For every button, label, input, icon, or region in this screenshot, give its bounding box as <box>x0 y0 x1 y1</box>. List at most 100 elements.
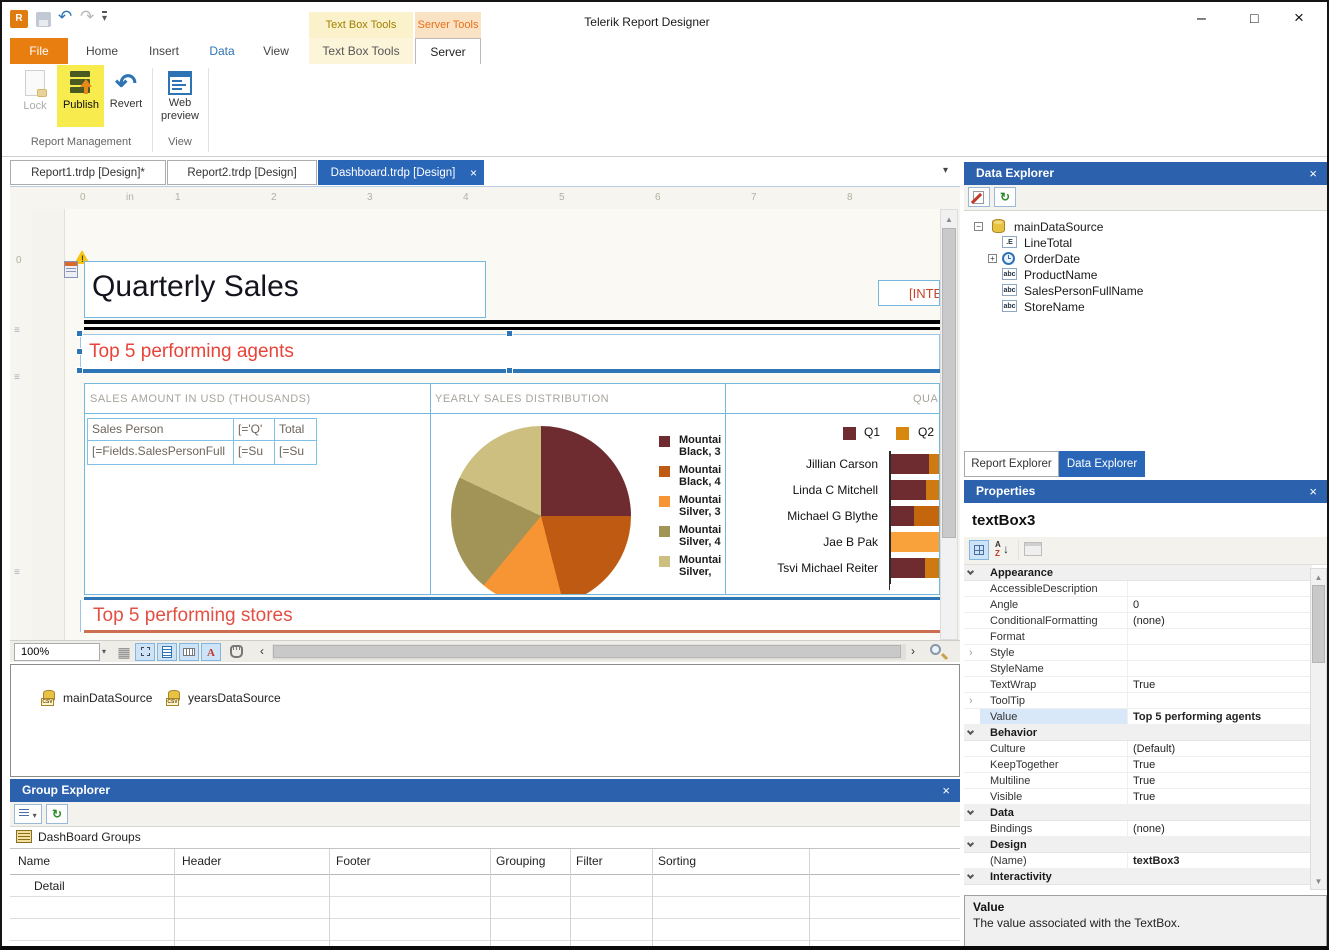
scroll-down-icon[interactable]: ▼ <box>1311 877 1326 886</box>
bar-pair[interactable] <box>891 454 940 474</box>
tab-file[interactable]: File <box>10 38 68 64</box>
property-row[interactable]: StyleName <box>964 661 1312 677</box>
undo-icon[interactable]: ↶ <box>58 7 72 27</box>
double-rule-top[interactable] <box>84 320 940 324</box>
property-row[interactable]: Bindings(none) <box>964 821 1312 837</box>
properties-close-icon[interactable]: × <box>1309 480 1317 503</box>
property-row[interactable]: TextWrapTrue <box>964 677 1312 693</box>
tab-textbox-tools[interactable]: Text Box Tools <box>309 38 413 64</box>
bar-pair[interactable] <box>891 506 940 526</box>
property-row[interactable]: Format <box>964 629 1312 645</box>
grid-toggle-icon[interactable]: ▦ <box>114 643 134 661</box>
report-title-textbox[interactable]: Quarterly Sales <box>84 261 486 318</box>
app-icon[interactable]: R <box>10 10 28 28</box>
group-col-grouping[interactable]: Grouping <box>496 849 545 874</box>
scroll-up-icon[interactable]: ▲ <box>1311 569 1326 582</box>
refresh-icon[interactable]: ↻ <box>994 187 1016 207</box>
stores-title-textbox[interactable]: Top 5 performing stores <box>80 600 940 632</box>
bar-pair[interactable] <box>891 558 940 578</box>
property-category[interactable]: Data <box>964 805 1312 821</box>
property-row[interactable]: AccessibleDescription <box>964 581 1312 597</box>
zoom-combobox[interactable]: 100% <box>14 643 100 661</box>
tree-node-field[interactable]: abc SalesPersonFullName <box>964 283 1327 299</box>
property-row[interactable]: VisibleTrue <box>964 789 1312 805</box>
data-explorer-close-icon[interactable]: × <box>1309 162 1317 185</box>
design-vscroll-thumb[interactable] <box>942 228 956 538</box>
web-preview-button[interactable]: Web preview <box>156 68 204 123</box>
header-field-textbox[interactable]: [INTE <box>878 280 940 306</box>
property-row[interactable]: KeepTogetherTrue <box>964 757 1312 773</box>
tab-report-explorer[interactable]: Report Explorer <box>964 451 1059 477</box>
property-category[interactable]: Appearance <box>964 565 1312 581</box>
agents-table[interactable]: Sales Person [='Q' Total [=Fields.SalesP… <box>87 418 317 465</box>
group-explorer-close-icon[interactable]: × <box>942 779 950 802</box>
selection-handle[interactable] <box>76 330 83 337</box>
group-col-sorting[interactable]: Sorting <box>658 849 696 874</box>
tree-node-field[interactable]: abc ProductName <box>964 267 1327 283</box>
revert-button[interactable]: ↶ Revert <box>104 68 148 110</box>
design-hscroll-thumb[interactable] <box>273 645 901 658</box>
page-view-icon[interactable] <box>157 643 177 661</box>
properties-scroll-thumb[interactable] <box>1312 585 1325 663</box>
property-row[interactable]: Angle0 <box>964 597 1312 613</box>
doc-tab-dashboard[interactable]: Dashboard.trdp [Design] × <box>318 160 484 185</box>
expand-icon[interactable]: + <box>988 254 997 263</box>
tree-node-field[interactable]: .E LineTotal <box>964 235 1327 251</box>
zoom-caret-icon[interactable]: ▾ <box>102 647 106 656</box>
zoom-magnifier-icon[interactable] <box>930 644 941 655</box>
tab-home[interactable]: Home <box>78 38 126 64</box>
group-explorer-header[interactable]: Group Explorer × <box>10 779 960 802</box>
doc-tab-close-icon[interactable]: × <box>470 161 477 186</box>
doc-tab-report1[interactable]: Report1.trdp [Design]* <box>10 160 166 185</box>
bar-pair[interactable] <box>891 532 940 552</box>
report-item-icon[interactable] <box>64 261 78 278</box>
table-data-cell[interactable]: [=Su <box>275 441 316 464</box>
redo-icon[interactable]: ↷ <box>80 7 94 27</box>
selection-handle[interactable] <box>506 330 513 337</box>
font-marker-icon[interactable]: A <box>201 643 221 661</box>
group-col-header[interactable]: Header <box>182 849 221 874</box>
ruler-toggle-icon[interactable] <box>179 643 199 661</box>
contextual-header-server-tools[interactable]: Server Tools <box>415 12 481 38</box>
property-category[interactable]: Design <box>964 837 1312 853</box>
property-row-value[interactable]: ValueTop 5 performing agents <box>964 709 1312 725</box>
table-data-cell[interactable]: [=Fields.SalesPersonFull <box>88 441 234 464</box>
design-surface[interactable]: 0 in 1 2 3 4 5 6 7 8 0 ≡ ≡ ≡ ! <box>10 186 960 662</box>
group-root-row[interactable]: DashBoard Groups <box>10 827 960 848</box>
tree-node-field[interactable]: abc StoreName <box>964 299 1327 315</box>
table-header-cell[interactable]: Total <box>275 419 316 440</box>
properties-header[interactable]: Properties × <box>964 480 1327 503</box>
alphabetical-sort-icon[interactable]: A Z ↓ <box>993 540 1013 560</box>
scroll-right-icon[interactable]: › <box>911 644 915 658</box>
collapse-icon[interactable]: − <box>974 222 983 231</box>
section-marker-icon[interactable]: ≡ <box>14 325 20 336</box>
selection-handle[interactable] <box>506 367 513 374</box>
group-list-button[interactable]: ▾ <box>14 804 42 824</box>
data-explorer-header[interactable]: Data Explorer × <box>964 162 1327 185</box>
tree-node-field[interactable]: + OrderDate <box>964 251 1327 267</box>
tab-server[interactable]: Server <box>415 38 481 64</box>
property-row[interactable]: Culture(Default) <box>964 741 1312 757</box>
tab-view[interactable]: View <box>252 38 300 64</box>
section-marker-icon[interactable]: ≡ <box>14 372 20 383</box>
design-hscrollbar[interactable] <box>272 644 906 660</box>
group-col-filter[interactable]: Filter <box>576 849 603 874</box>
doc-tab-list-caret-icon[interactable]: ▾ <box>943 165 948 176</box>
tab-data[interactable]: Data <box>200 38 244 64</box>
property-category[interactable]: Behavior <box>964 725 1312 741</box>
group-col-name[interactable]: Name <box>18 849 50 874</box>
scroll-up-icon[interactable]: ▲ <box>941 210 957 224</box>
publish-button[interactable]: Publish <box>59 68 103 111</box>
property-row[interactable]: ›Style <box>964 645 1312 661</box>
pie-chart[interactable] <box>451 426 631 595</box>
design-vscrollbar[interactable]: ▲ <box>940 209 958 640</box>
minimize-icon[interactable]: – <box>1197 10 1206 28</box>
datasource-component[interactable]: CSV yearsDataSource <box>166 690 281 705</box>
scroll-left-icon[interactable]: ‹ <box>260 644 264 658</box>
expand-arrow-icon[interactable]: › <box>969 645 973 661</box>
doc-tab-report2[interactable]: Report2.trdp [Design] <box>167 160 317 185</box>
group-col-footer[interactable]: Footer <box>336 849 371 874</box>
table-header-cell[interactable]: Sales Person <box>88 419 234 440</box>
contextual-header-textbox-tools[interactable]: Text Box Tools <box>309 12 413 38</box>
tab-data-explorer[interactable]: Data Explorer <box>1059 451 1145 477</box>
